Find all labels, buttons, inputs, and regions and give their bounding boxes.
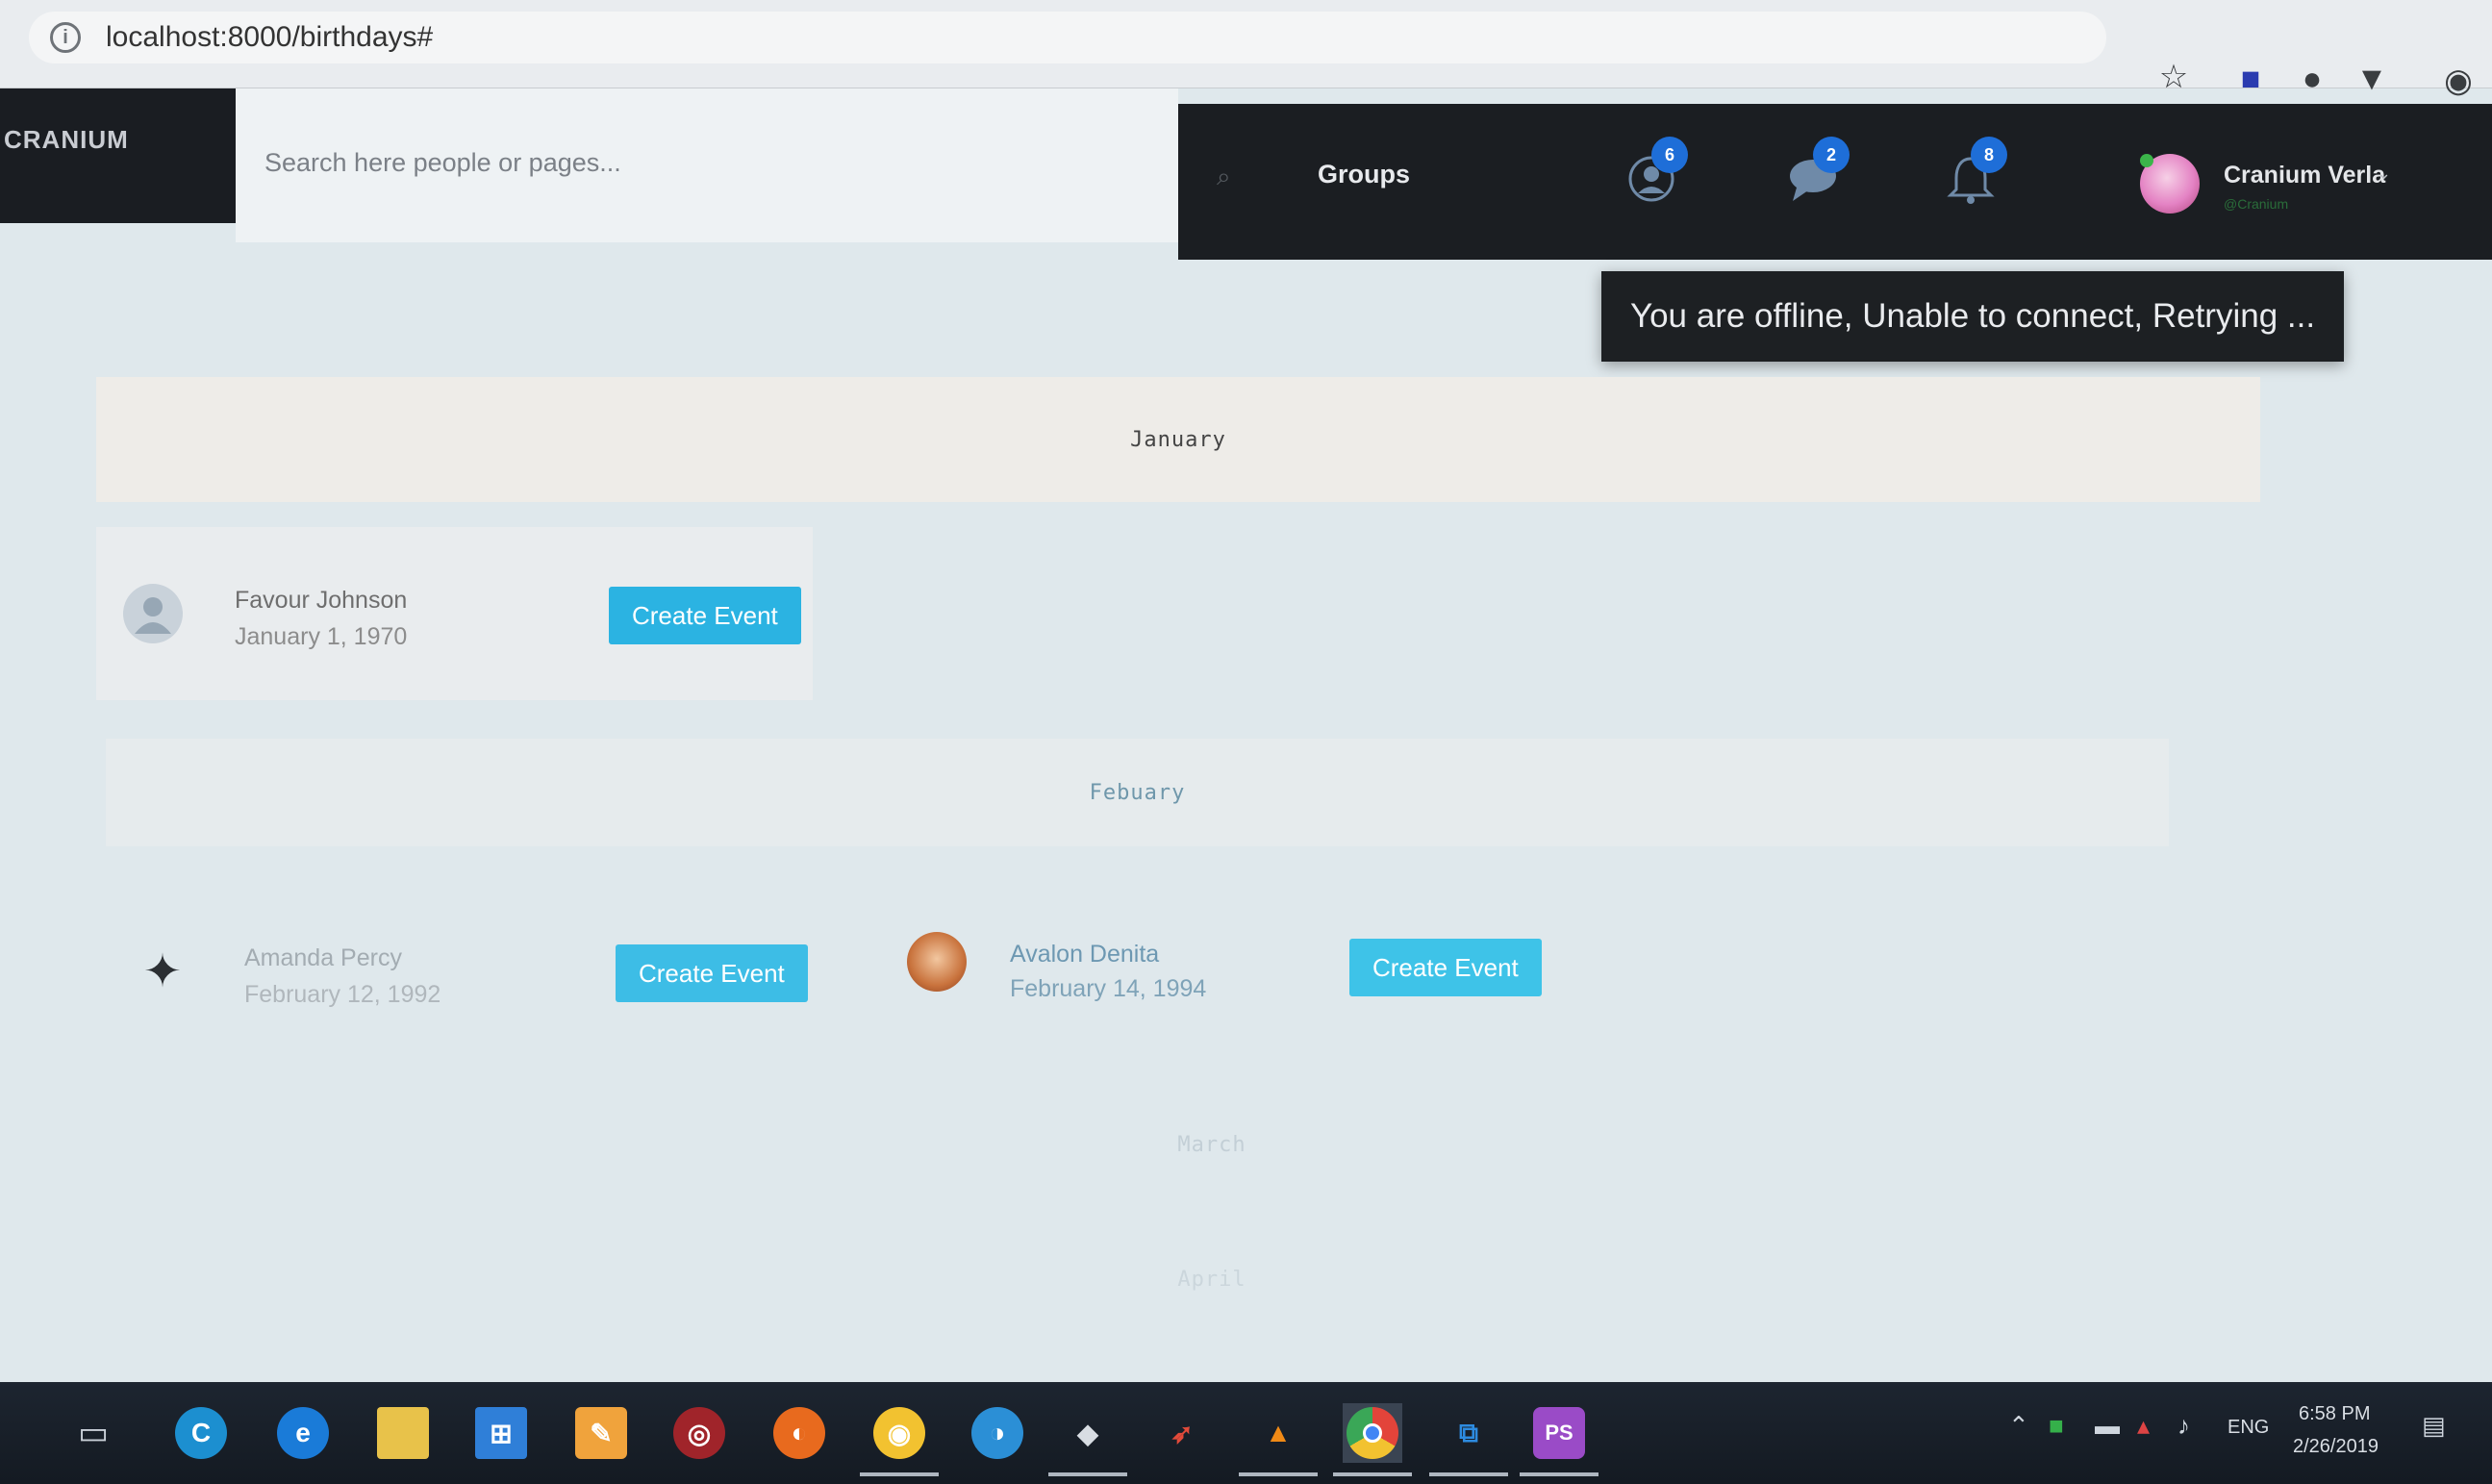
birth-date: February 12, 1992 xyxy=(244,981,441,1008)
birth-date: January 1, 1970 xyxy=(235,623,408,650)
month-label: March xyxy=(1177,1132,1246,1157)
friend-requests-button[interactable]: 6 xyxy=(1621,137,1688,215)
user-handle: @Cranium xyxy=(2224,196,2289,212)
app-icon[interactable]: ◉ xyxy=(860,1403,939,1476)
app-icon[interactable]: ◑ xyxy=(968,1403,1027,1463)
month-header-january: January xyxy=(96,377,2260,502)
phpstorm-icon[interactable]: PS xyxy=(1520,1403,1598,1476)
address-bar[interactable]: i localhost:8000/birthdays# xyxy=(29,12,2106,63)
profile-icon[interactable]: ◉ xyxy=(2439,62,2478,100)
brand-logo[interactable]: CRANIUM xyxy=(0,88,236,223)
birth-date: February 14, 1994 xyxy=(1010,975,1207,1002)
create-event-button[interactable]: Create Event xyxy=(616,944,808,1002)
toast-message: You are offline, Unable to connect, Retr… xyxy=(1629,297,2316,335)
user-name[interactable]: Cranium Verla xyxy=(2224,162,2385,189)
month-label: April xyxy=(1177,1267,1246,1292)
avatar[interactable] xyxy=(907,932,967,992)
paint-icon[interactable]: ✎ xyxy=(571,1403,631,1463)
birthday-card: ✦ Amanda Percy February 12, 1992 Create … xyxy=(106,885,827,1058)
chevron-up-icon[interactable]: ⌃ xyxy=(2008,1411,2029,1441)
month-header-february: Febuary xyxy=(106,739,2169,846)
active-indicator xyxy=(1429,1472,1508,1476)
url-text[interactable]: localhost:8000/birthdays# xyxy=(106,21,433,54)
tray-app-icon[interactable]: ■ xyxy=(2049,1411,2064,1441)
month-header-march: March xyxy=(106,1106,2318,1183)
eagle-icon: ✦ xyxy=(142,946,183,997)
avatar[interactable] xyxy=(123,584,183,643)
offline-toast: You are offline, Unable to connect, Retr… xyxy=(1601,271,2344,362)
person-name[interactable]: Favour Johnson xyxy=(235,587,407,615)
visual-studio-icon[interactable]: ⧉ xyxy=(1429,1403,1508,1476)
app-icon[interactable]: ➶ xyxy=(1152,1403,1212,1463)
edge-icon[interactable]: e xyxy=(273,1403,333,1463)
active-indicator xyxy=(1520,1472,1598,1476)
person-name[interactable]: Avalon Denita xyxy=(1010,941,1159,968)
messages-badge: 2 xyxy=(1813,137,1850,173)
app-icon[interactable]: ◎ xyxy=(669,1403,729,1463)
search-input[interactable] xyxy=(264,138,1130,187)
clock-date[interactable]: 2/26/2019 xyxy=(2293,1436,2379,1458)
battery-icon[interactable]: ▬ xyxy=(2095,1411,2120,1441)
extension-icon[interactable]: ▼ xyxy=(2353,60,2391,98)
extension-icon[interactable]: ■ xyxy=(2231,60,2270,98)
task-view-icon[interactable]: ▭ xyxy=(63,1403,123,1463)
birthday-card: Avalon Denita February 14, 1994 Create E… xyxy=(880,875,1553,1048)
month-header-april: April xyxy=(106,1241,2318,1318)
notifications-badge: 8 xyxy=(1971,137,2007,173)
file-explorer-icon[interactable] xyxy=(373,1403,433,1463)
taskbar: ▭ C e ⊞ ✎ ◎ ◐ ◉ ◑ ◆ ➶ ▲ ⧉ PS ⌃ ■ ▬ ▴ ♪ E… xyxy=(0,1382,2492,1484)
vlc-icon[interactable]: ▲ xyxy=(1239,1403,1318,1476)
friend-requests-badge: 6 xyxy=(1651,137,1688,173)
chevron-down-icon[interactable]: ⌄ xyxy=(2377,163,2391,184)
info-icon[interactable]: i xyxy=(50,22,81,53)
create-event-button[interactable]: Create Event xyxy=(609,587,801,644)
person-name[interactable]: Amanda Percy xyxy=(244,944,402,972)
month-label: Febuary xyxy=(1089,780,1186,805)
git-icon[interactable]: ◆ xyxy=(1048,1403,1127,1476)
firefox-icon[interactable]: ◐ xyxy=(769,1403,829,1463)
top-navbar: ⌕ Groups 6 2 8 Cranium Verla ⌄ @Cranium xyxy=(1178,104,2492,260)
nav-groups-link[interactable]: Groups xyxy=(1318,160,1410,189)
ccleaner-icon[interactable]: C xyxy=(171,1403,231,1463)
volume-icon[interactable]: ♪ xyxy=(2177,1411,2190,1441)
star-icon[interactable]: ☆ xyxy=(2154,58,2193,96)
search-bar xyxy=(236,88,1178,242)
browser-toolbar: i localhost:8000/birthdays# ☆ ■ ● ▼ ◉ xyxy=(0,0,2492,99)
active-indicator xyxy=(1333,1472,1412,1476)
notifications-button[interactable]: 8 xyxy=(1940,137,2007,215)
store-icon[interactable]: ⊞ xyxy=(471,1403,531,1463)
active-indicator xyxy=(1239,1472,1318,1476)
language-indicator[interactable]: ENG xyxy=(2228,1417,2269,1439)
messages-button[interactable]: 2 xyxy=(1782,137,1850,215)
active-indicator xyxy=(1048,1472,1127,1476)
network-icon[interactable]: ▴ xyxy=(2137,1411,2150,1441)
search-icon[interactable]: ⌕ xyxy=(1217,162,1231,192)
clock-time[interactable]: 6:58 PM xyxy=(2299,1403,2370,1425)
create-event-button[interactable]: Create Event xyxy=(1349,939,1542,996)
chrome-icon[interactable] xyxy=(1333,1403,1412,1476)
avatar[interactable]: ✦ xyxy=(133,942,192,1001)
brand-text: CRANIUM xyxy=(4,125,129,154)
month-label: January xyxy=(1130,427,1226,452)
birthday-card: Favour Johnson January 1, 1970 Create Ev… xyxy=(96,527,813,700)
online-status-dot xyxy=(2140,154,2153,167)
active-indicator xyxy=(860,1472,939,1476)
extension-icon[interactable]: ● xyxy=(2293,60,2331,98)
notification-center-icon[interactable]: ▤ xyxy=(2422,1411,2446,1441)
